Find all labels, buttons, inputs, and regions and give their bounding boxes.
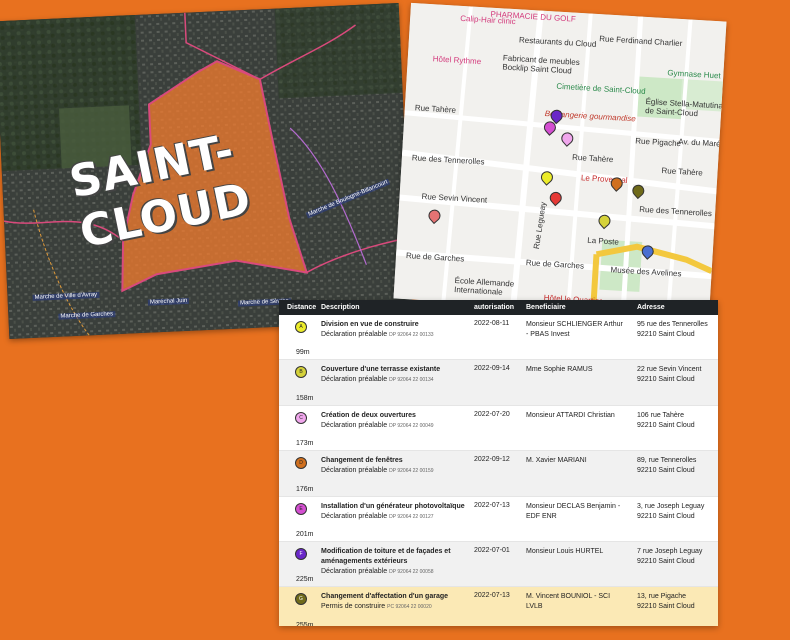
permits-table: Distance Description autorisation Benefi…	[279, 300, 718, 626]
header-autorisation: autorisation	[474, 304, 515, 311]
description-cell: Installation d'un générateur photovoltaï…	[321, 502, 471, 522]
distance-value: 176m	[296, 485, 314, 493]
permit-title: Création de deux ouvertures	[321, 411, 416, 419]
table-row[interactable]: D 176m Changement de fenêtres Déclaratio…	[279, 451, 718, 497]
description-cell: Modification de toiture et de façades et…	[321, 547, 471, 577]
adresse-cell: 22 rue Sevin Vincent 92210 Saint Cloud	[637, 366, 702, 384]
adresse-cell: 7 rue Joseph Leguay 92210 Saint Cloud	[637, 547, 703, 565]
beneficiaire-cell: M. Xavier MARIANI	[526, 457, 587, 465]
permit-title: Modification de toiture et de façades et…	[321, 547, 451, 565]
street-map-card: Calip-Hair clinic PHARMACIE DU GOLF Rest…	[393, 2, 727, 318]
satellite-map-card: SAINT-CLOUD Marche de Boulogne-Billancou…	[0, 3, 414, 339]
description-cell: Création de deux ouvertures Déclaration …	[321, 411, 471, 431]
beneficiaire-cell: Monsieur DECLAS Benjamin - EDF ENR	[526, 502, 621, 520]
permit-type: Déclaration préalable DP 92064 22 00049	[321, 421, 434, 429]
adresse-cell: 13, rue Pigache 92210 Saint Cloud	[637, 593, 695, 611]
header-adresse: Adresse	[637, 304, 665, 311]
permit-ref: DP 92064 22 00058	[389, 568, 434, 575]
table-row[interactable]: G 255m Changement d'affectation d'un gar…	[279, 587, 718, 626]
beneficiaire-cell: Monsieur Louis HURTEL	[526, 547, 604, 555]
beneficiaire-cell: Monsieur SCHLIENGER Arthur - PBAS Invest	[526, 321, 623, 338]
autorisation-date: 2022-09-12	[474, 456, 510, 464]
permit-ref: DP 92064 22 00159	[389, 468, 434, 475]
permit-type: Déclaration préalable DP 92064 22 00133	[321, 331, 434, 338]
beneficiaire-cell: Monsieur ATTARDI Christian	[526, 411, 615, 419]
map-label: La Poste	[587, 235, 620, 247]
adresse-cell: 106 rue Tahère 92210 Saint Cloud	[637, 411, 695, 429]
permit-ref: DP 92064 22 00134	[389, 377, 434, 384]
permit-type: Déclaration préalable DP 92064 22 00134	[321, 376, 434, 384]
permit-type: Déclaration préalable DP 92064 22 00159	[321, 467, 434, 475]
distance-value: 255m	[296, 621, 314, 626]
permit-type: Permis de construire PC 92064 22 00020	[321, 603, 432, 611]
autorisation-date: 2022-07-20	[474, 410, 510, 418]
permit-type: Déclaration préalable DP 92064 22 00127	[321, 512, 434, 520]
header-beneficiaire: Beneficiaire	[526, 304, 566, 311]
permit-type: Déclaration préalable DP 92064 22 00058	[321, 567, 434, 575]
permit-title: Changement d'affectation d'un garage	[321, 593, 449, 601]
autorisation-date: 2022-07-13	[474, 592, 510, 600]
header-description: Description	[321, 304, 360, 311]
table-row[interactable]: E 201m Installation d'un générateur phot…	[279, 497, 718, 542]
beneficiaire-cell: Mme Sophie RAMUS	[526, 366, 593, 374]
autorisation-date: 2022-07-01	[474, 546, 510, 554]
table-row[interactable]: B 158m Couverture d'une terrasse existan…	[279, 360, 718, 406]
header-distance: Distance	[287, 304, 317, 311]
marker-badge-icon: D	[295, 457, 307, 470]
adresse-cell: 3, rue Joseph Leguay 92210 Saint Cloud	[637, 502, 705, 520]
description-cell: Division en vue de construire Déclaratio…	[321, 320, 471, 340]
adresse-cell: 89, rue Tennerolles 92210 Saint Cloud	[637, 457, 697, 475]
distance-value: 158m	[296, 394, 314, 402]
autorisation-date: 2022-08-11	[474, 320, 510, 327]
marker-badge-icon: A	[295, 321, 307, 333]
autorisation-date: 2022-07-13	[474, 501, 510, 509]
permit-ref: DP 92064 22 00127	[389, 513, 434, 520]
marker-badge-icon: E	[295, 502, 307, 515]
permit-title: Division en vue de construire	[321, 321, 419, 328]
adresse-cell: 95 rue des Tennerolles 92210 Saint Cloud	[637, 321, 708, 338]
beneficiaire-cell: M. Vincent BOUNIOL - SCI LVLB	[526, 593, 611, 611]
description-cell: Couverture d'une terrasse existante Décl…	[321, 365, 471, 385]
table-row[interactable]: F 225m Modification de toiture et de faç…	[279, 541, 718, 588]
distance-value: 225m	[296, 576, 314, 584]
permit-title: Installation d'un générateur photovoltaï…	[321, 502, 465, 510]
table-row[interactable]: A 99m Division en vue de construire Décl…	[279, 315, 718, 361]
marker-badge-icon: C	[295, 411, 307, 424]
permit-title: Changement de fenêtres	[321, 457, 403, 465]
distance-value: 99m	[296, 349, 310, 357]
description-cell: Changement de fenêtres Déclaration préal…	[321, 456, 471, 476]
table-header: Distance Description autorisation Benefi…	[279, 300, 718, 315]
distance-value: 173m	[296, 440, 314, 448]
marker-badge-icon: B	[295, 366, 307, 379]
autorisation-date: 2022-09-14	[474, 365, 510, 373]
marker-badge-icon: G	[295, 593, 307, 606]
description-cell: Changement d'affectation d'un garage Per…	[321, 592, 471, 612]
distance-value: 201m	[296, 530, 314, 538]
permit-ref: PC 92064 22 00020	[387, 604, 432, 611]
permit-ref: DP 92064 22 00049	[389, 422, 434, 429]
marker-badge-icon: F	[295, 547, 307, 560]
permit-title: Couverture d'une terrasse existante	[321, 366, 441, 374]
permit-ref: DP 92064 22 00133	[389, 332, 434, 338]
table-row[interactable]: C 173m Création de deux ouvertures Décla…	[279, 406, 718, 452]
